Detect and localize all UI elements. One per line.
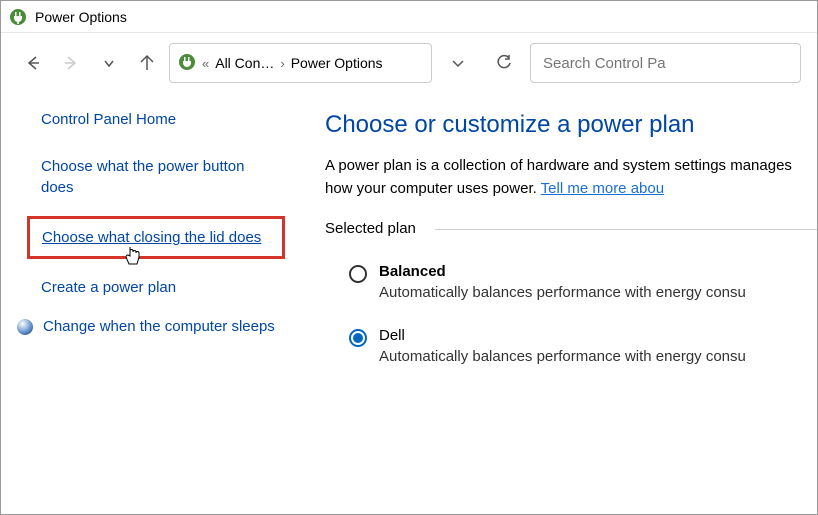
chevron-right-icon: › — [280, 56, 284, 71]
selected-plan-label: Selected plan — [325, 220, 817, 237]
highlight-annotation: Choose what closing the lid does — [27, 216, 285, 259]
title-bar: Power Options — [1, 1, 817, 33]
page-description: A power plan is a collection of hardware… — [325, 155, 817, 200]
plan-dell[interactable]: Dell Automatically balances performance … — [325, 321, 817, 371]
recent-locations-dropdown[interactable] — [93, 47, 125, 79]
task-change-sleep-link[interactable]: Change when the computer sleeps — [43, 316, 275, 337]
shield-icon — [17, 319, 33, 335]
plan-description: Automatically balances performance with … — [379, 348, 817, 365]
address-dropdown[interactable] — [438, 43, 478, 83]
breadcrumb-current[interactable]: Power Options — [291, 55, 383, 71]
page-title: Choose or customize a power plan — [325, 111, 817, 139]
breadcrumb-parent[interactable]: All Con… — [215, 55, 274, 71]
plan-description: Automatically balances performance with … — [379, 284, 817, 301]
radio-balanced[interactable] — [349, 265, 367, 283]
power-plug-icon — [178, 53, 196, 74]
window-title: Power Options — [35, 9, 127, 25]
up-button[interactable] — [131, 47, 163, 79]
task-power-button-link[interactable]: Choose what the power button does — [41, 156, 277, 198]
refresh-button[interactable] — [484, 43, 524, 83]
task-create-plan-link[interactable]: Create a power plan — [41, 277, 277, 298]
main-content: Choose or customize a power plan A power… — [301, 111, 817, 385]
plan-name: Dell — [379, 327, 817, 344]
plan-name: Balanced — [379, 263, 817, 280]
plan-balanced[interactable]: Balanced Automatically balances performa… — [325, 257, 817, 307]
forward-button[interactable] — [55, 47, 87, 79]
breadcrumb[interactable]: « All Con… › Power Options — [169, 43, 432, 83]
tell-me-more-link[interactable]: Tell me more abou — [541, 180, 664, 197]
radio-dell[interactable] — [349, 329, 367, 347]
task-closing-lid-link[interactable]: Choose what closing the lid does — [42, 227, 270, 248]
search-input[interactable] — [530, 43, 801, 83]
control-panel-home-link[interactable]: Control Panel Home — [41, 111, 277, 128]
cursor-pointer-icon — [124, 245, 142, 270]
power-plug-icon — [9, 8, 27, 26]
back-button[interactable] — [17, 47, 49, 79]
navigation-bar: « All Con… › Power Options — [1, 33, 817, 93]
breadcrumb-prefix: « — [202, 56, 209, 71]
sidebar: Control Panel Home Choose what the power… — [1, 111, 301, 385]
